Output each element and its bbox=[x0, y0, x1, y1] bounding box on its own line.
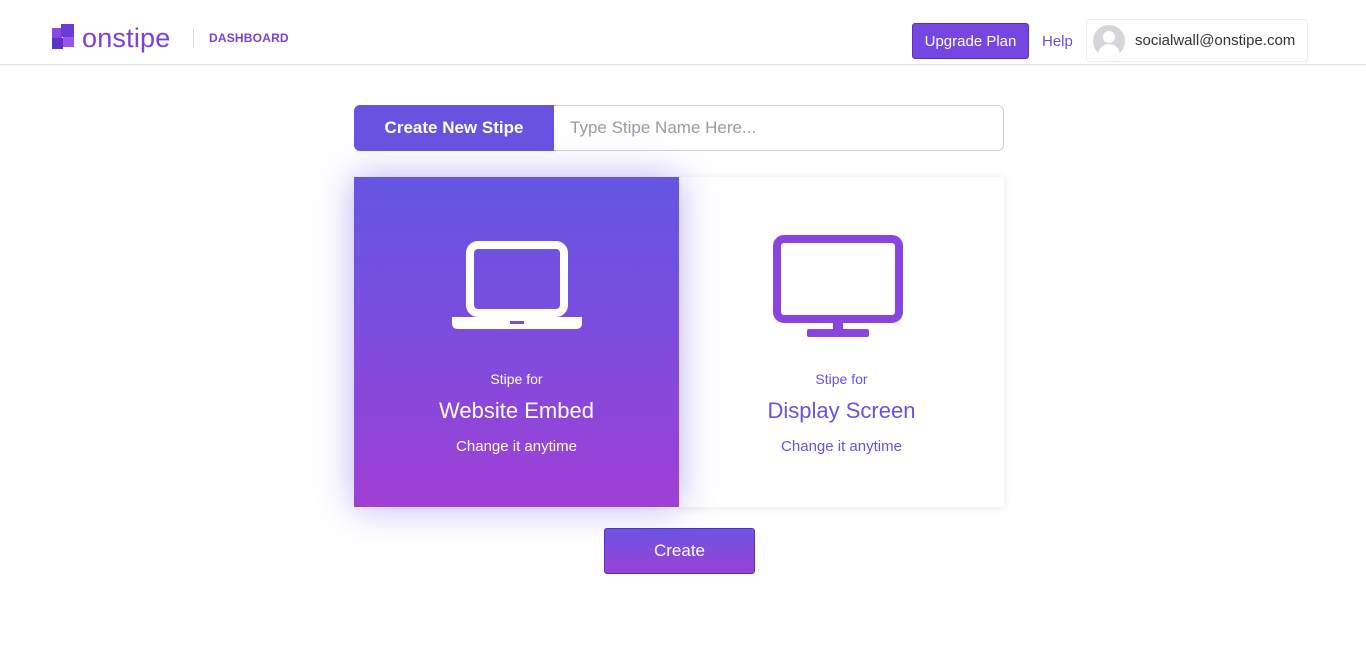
card-title: Display Screen bbox=[767, 398, 916, 423]
logo-mark-icon bbox=[52, 24, 76, 52]
monitor-icon bbox=[773, 235, 903, 337]
create-button[interactable]: Create bbox=[604, 528, 755, 574]
create-new-stipe-label: Create New Stipe bbox=[354, 105, 554, 151]
user-email: socialwall@onstipe.com bbox=[1135, 32, 1296, 49]
help-link[interactable]: Help bbox=[1042, 33, 1073, 50]
card-note: Change it anytime bbox=[781, 438, 902, 455]
header-divider bbox=[193, 28, 194, 48]
option-display-screen[interactable]: Stipe for Display Screen Change it anyti… bbox=[679, 177, 1004, 507]
card-note: Change it anytime bbox=[456, 438, 577, 455]
laptop-icon bbox=[452, 241, 582, 329]
onstipe-logo[interactable]: onstipe bbox=[52, 24, 170, 52]
avatar bbox=[1093, 24, 1125, 57]
create-stipe-row: Create New Stipe bbox=[354, 105, 1004, 151]
card-title: Website Embed bbox=[439, 398, 594, 423]
nav-dashboard[interactable]: DASHBOARD bbox=[209, 31, 289, 45]
card-subtitle: Stipe for bbox=[490, 371, 543, 387]
option-website-embed[interactable]: Stipe for Website Embed Change it anytim… bbox=[354, 177, 679, 507]
stipe-name-input[interactable] bbox=[554, 105, 1004, 151]
user-menu[interactable]: socialwall@onstipe.com bbox=[1086, 19, 1308, 62]
upgrade-plan-button[interactable]: Upgrade Plan bbox=[912, 23, 1029, 59]
card-subtitle: Stipe for bbox=[815, 371, 868, 387]
top-header: onstipe DASHBOARD Upgrade Plan Help soci… bbox=[0, 0, 1366, 65]
logo-text: onstipe bbox=[82, 23, 171, 53]
